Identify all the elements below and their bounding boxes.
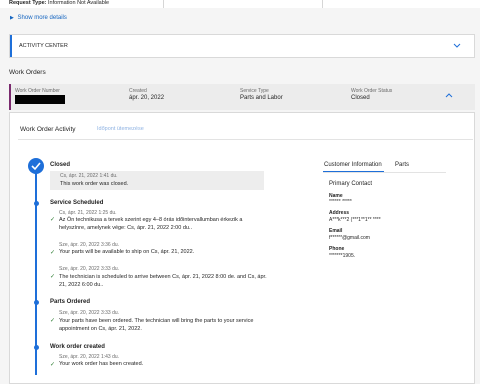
service-type-value: Parts and Labor — [240, 95, 283, 101]
activity-center-bar[interactable]: ACTIVITY CENTER — [9, 34, 475, 58]
timeline-dot — [33, 300, 39, 305]
entry-time: Sze, ápr. 20, 2022 3:36 du. — [59, 242, 120, 248]
primary-contact-title: Primary Contact — [329, 181, 373, 187]
step-title: Work order created — [50, 344, 105, 350]
email-value: f******@gmail.com — [329, 235, 370, 241]
entry-text: Az Ön technikusa a tervek szerint egy 4–… — [59, 217, 243, 231]
chevron-up-icon[interactable] — [445, 92, 453, 98]
name-value: ****** ***** — [329, 199, 352, 205]
chevron-right-icon: ▶ — [10, 15, 14, 21]
check-circle-icon — [28, 158, 44, 174]
divider — [323, 172, 446, 173]
tab-schedule[interactable]: Időpont ütemezése — [97, 126, 144, 132]
request-type: Request Type: Information Not Available — [9, 0, 109, 6]
entry-time: Cs, ápr. 21, 2022 1:41 du. — [60, 173, 118, 179]
entry-text: The technician is scheduled to arrive be… — [59, 274, 267, 288]
check-icon: ✓ — [50, 250, 56, 256]
work-orders-title: Work Orders — [9, 69, 46, 76]
show-more-link[interactable]: ▶ Show more details — [10, 15, 67, 21]
work-order-number-redacted — [15, 95, 65, 104]
show-more-label: Show more details — [17, 15, 67, 21]
work-order-number-label: Work Order Number — [15, 88, 60, 94]
phone-value: *******1905. — [329, 253, 356, 259]
work-order-header[interactable]: Work Order Number Created ápr. 20, 2022 … — [9, 84, 475, 110]
check-icon: ✓ — [50, 318, 56, 324]
chevron-down-icon — [453, 43, 461, 48]
phone-label: Phone — [329, 246, 345, 252]
divider — [322, 0, 323, 8]
timeline-dot — [33, 345, 39, 350]
created-label: Created — [129, 88, 147, 94]
entry-text: Your parts have been ordered. The techni… — [59, 318, 254, 332]
step-title: Closed — [50, 162, 71, 168]
tab-customer-information[interactable]: Customer Information — [324, 162, 382, 168]
activity-center-label: ACTIVITY CENTER — [19, 43, 68, 49]
status-value: Closed — [351, 95, 370, 101]
divider — [18, 139, 473, 140]
check-icon: ✓ — [50, 362, 56, 368]
check-icon: ✓ — [50, 274, 56, 280]
entry-time: Sze, ápr. 20, 2022 1:43 du. — [59, 354, 120, 360]
step-title: Service Scheduled — [50, 200, 104, 206]
entry-time: Sze, ápr. 20, 2022 3:33 du. — [59, 310, 120, 316]
tab-parts[interactable]: Parts — [395, 162, 409, 168]
entry-text: This work order was closed. — [60, 181, 129, 187]
address-value: A***k***2 (***1**1** **** — [329, 217, 381, 223]
email-label: Email — [329, 228, 343, 234]
step-title: Parts Ordered — [50, 299, 91, 305]
accent-bar — [9, 84, 11, 110]
entry-text: Your work order has been created. — [59, 361, 144, 367]
entry-text: Your parts will be available to ship on … — [59, 249, 195, 255]
status-label: Work Order Status — [351, 88, 393, 94]
timeline-line — [35, 165, 37, 375]
entry-time: Sze, ápr. 20, 2022 3:33 du. — [59, 266, 120, 272]
check-icon: ✓ — [50, 217, 56, 223]
request-type-label: Request Type: — [9, 0, 47, 6]
created-value: ápr. 20, 2022 — [129, 95, 165, 101]
timeline-dot — [33, 201, 39, 206]
address-label: Address — [329, 210, 350, 216]
request-type-value: Information Not Available — [48, 0, 110, 6]
service-type-label: Service Type — [240, 88, 269, 94]
accent-bar — [10, 35, 12, 57]
divider — [163, 0, 164, 8]
activity-title: Work Order Activity — [20, 126, 76, 133]
